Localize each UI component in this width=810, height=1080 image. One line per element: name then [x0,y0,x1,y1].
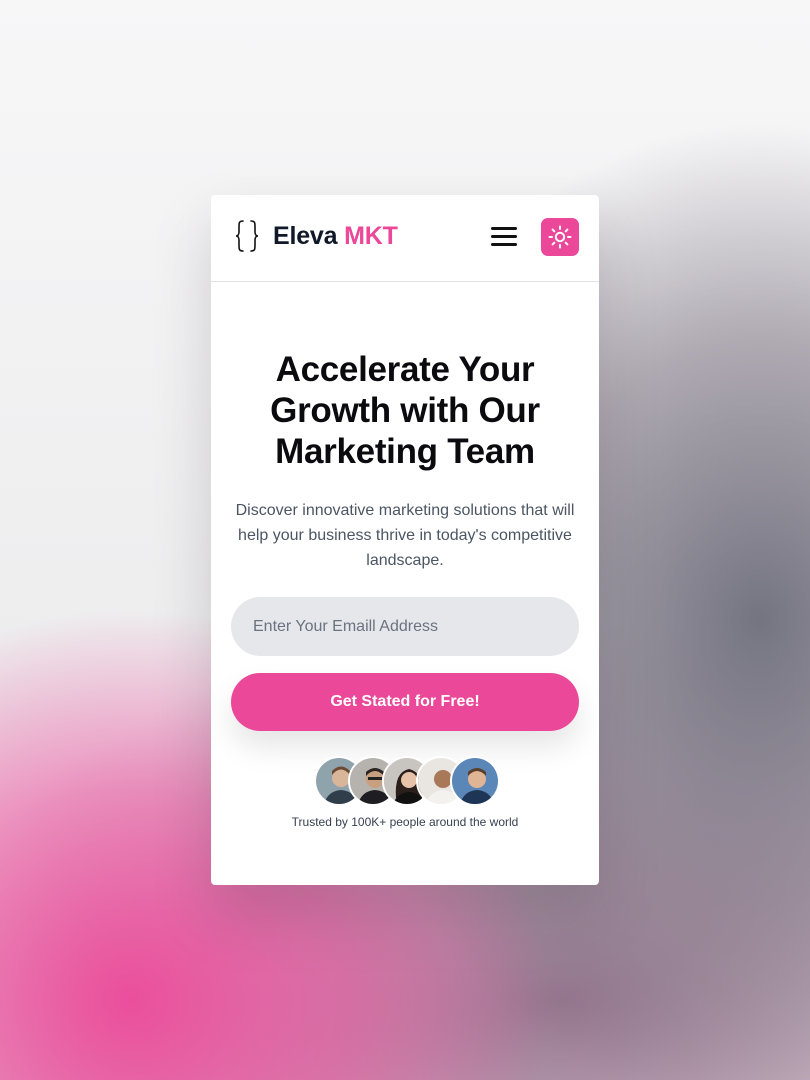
menu-button[interactable] [491,227,517,249]
navbar: Eleva MKT [211,195,599,282]
hamburger-menu-icon-line [491,227,517,230]
trust-text: Trusted by 100K+ people around the world [291,815,519,829]
hamburger-menu-icon-line [491,243,517,246]
brand-name-accent: MKT [344,222,398,250]
hero-subtitle: Discover innovative marketing solutions … [235,502,575,569]
curly-braces-logo-icon [235,220,259,252]
mobile-page-frame: Eleva MKT Accelerate Your Growth with Ou… [211,195,599,885]
hero-title: Accelerate Your Growth with Our Marketin… [270,350,540,471]
get-started-button[interactable]: Get Stated for Free! [231,673,579,731]
email-input[interactable] [231,597,579,656]
theme-toggle-button[interactable] [541,218,579,256]
avatar [450,756,500,806]
brand-name: Eleva [273,222,338,250]
hamburger-menu-icon-line [491,235,517,238]
avatar-group [314,756,504,806]
sun-icon [548,225,572,249]
brand-logo-text[interactable]: Eleva MKT [273,222,398,251]
